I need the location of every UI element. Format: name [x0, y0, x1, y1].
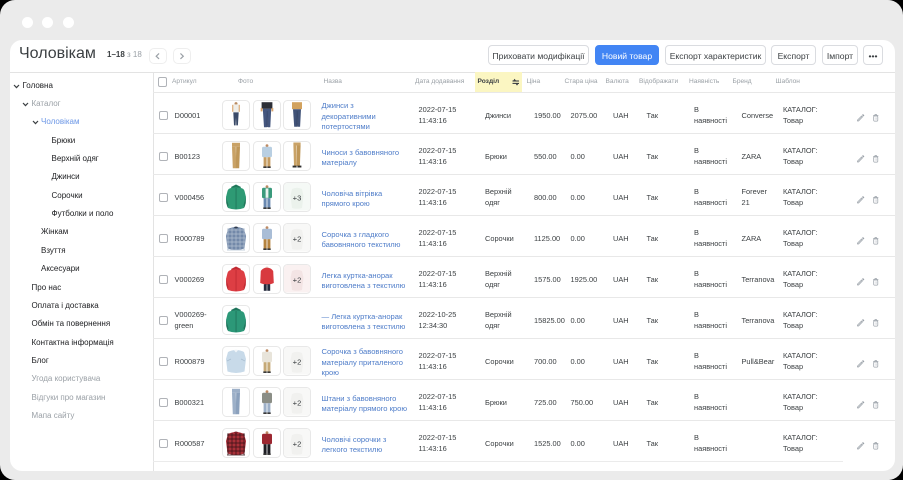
- svg-text:+2: +2: [293, 234, 302, 243]
- svg-text:+2: +2: [293, 275, 302, 284]
- svg-text:+2: +2: [293, 398, 302, 407]
- svg-text:+3: +3: [293, 193, 302, 202]
- svg-text:+2: +2: [293, 357, 302, 366]
- svg-text:+2: +2: [293, 439, 302, 448]
